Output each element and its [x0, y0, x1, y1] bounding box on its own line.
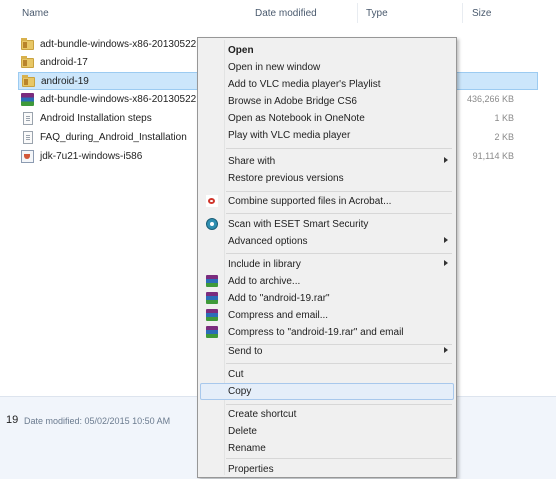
column-divider [462, 3, 463, 23]
menu-item-combine-acrobat[interactable]: Combine supported files in Acrobat... [200, 193, 454, 210]
menu-item-cut[interactable]: Cut [200, 366, 454, 383]
menu-separator [226, 148, 452, 149]
winrar-icon [206, 275, 218, 287]
submenu-arrow-icon [444, 260, 448, 266]
menu-item-delete[interactable]: Delete [200, 423, 454, 440]
menu-item-add-vlc-playlist[interactable]: Add to VLC media player's Playlist [200, 76, 454, 93]
menu-item-copy[interactable]: Copy [200, 383, 454, 400]
file-name: Android Installation steps [40, 113, 152, 124]
menu-item-rename[interactable]: Rename [200, 440, 454, 457]
menu-item-send-to[interactable]: Send to [200, 343, 454, 360]
submenu-arrow-icon [444, 157, 448, 163]
java-installer-icon [21, 150, 34, 163]
column-divider [357, 3, 358, 23]
menu-item-properties[interactable]: Properties [200, 461, 454, 478]
column-date-modified[interactable]: Date modified [255, 8, 317, 19]
winrar-icon [206, 309, 218, 321]
menu-item-scan-eset[interactable]: Scan with ESET Smart Security [200, 216, 454, 233]
menu-separator [226, 253, 452, 254]
menu-item-add-rar[interactable]: Add to "android-19.rar" [200, 290, 454, 307]
acrobat-icon [206, 195, 218, 207]
details-item-name: 19 [6, 414, 19, 426]
file-size: 2 KB [494, 132, 514, 142]
menu-item-open-new-window[interactable]: Open in new window [200, 59, 454, 76]
menu-separator [226, 458, 452, 459]
column-name[interactable]: Name [22, 8, 49, 19]
menu-separator [226, 213, 452, 214]
folder-icon [22, 75, 35, 87]
menu-item-restore-versions[interactable]: Restore previous versions [200, 170, 454, 187]
menu-item-browse-bridge[interactable]: Browse in Adobe Bridge CS6 [200, 93, 454, 110]
menu-separator [226, 404, 452, 405]
context-menu: Open Open in new window Add to VLC media… [197, 37, 457, 478]
winrar-archive-icon [21, 93, 34, 106]
file-name: adt-bundle-windows-x86-20130522 [40, 94, 197, 105]
menu-item-open-onenote[interactable]: Open as Notebook in OneNote [200, 110, 454, 127]
submenu-arrow-icon [444, 237, 448, 243]
menu-item-advanced-options[interactable]: Advanced options [200, 233, 454, 250]
file-size: 436,266 KB [466, 94, 514, 104]
file-size: 1 KB [494, 113, 514, 123]
menu-separator [226, 191, 452, 192]
menu-item-play-vlc[interactable]: Play with VLC media player [200, 127, 454, 144]
winrar-icon [206, 326, 218, 338]
folder-icon [21, 56, 34, 68]
file-name: jdk-7u21-windows-i586 [40, 151, 143, 162]
menu-item-add-archive[interactable]: Add to archive... [200, 273, 454, 290]
menu-item-create-shortcut[interactable]: Create shortcut [200, 406, 454, 423]
folder-icon [21, 38, 34, 50]
file-name: android-19 [41, 76, 89, 87]
file-size: 91,114 KB [472, 151, 514, 161]
menu-item-include-library[interactable]: Include in library [200, 256, 454, 273]
text-document-icon [23, 131, 33, 144]
eset-icon [206, 218, 218, 230]
winrar-icon [206, 292, 218, 304]
menu-item-compress-email[interactable]: Compress and email... [200, 307, 454, 324]
menu-item-compress-rar-email[interactable]: Compress to "android-19.rar" and email [200, 324, 454, 341]
menu-separator [226, 363, 452, 364]
column-type[interactable]: Type [366, 8, 388, 19]
submenu-arrow-icon [444, 347, 448, 353]
details-date-modified: Date modified: 05/02/2015 10:50 AM [24, 416, 171, 426]
text-document-icon [23, 112, 33, 125]
file-name: FAQ_during_Android_Installation [40, 132, 187, 143]
column-header: Name Date modified Type Size [0, 0, 556, 26]
menu-item-open[interactable]: Open [200, 42, 454, 59]
column-size[interactable]: Size [472, 8, 491, 19]
file-name: android-17 [40, 57, 88, 68]
menu-item-share-with[interactable]: Share with [200, 153, 454, 170]
file-name: adt-bundle-windows-x86-20130522 [40, 39, 197, 50]
